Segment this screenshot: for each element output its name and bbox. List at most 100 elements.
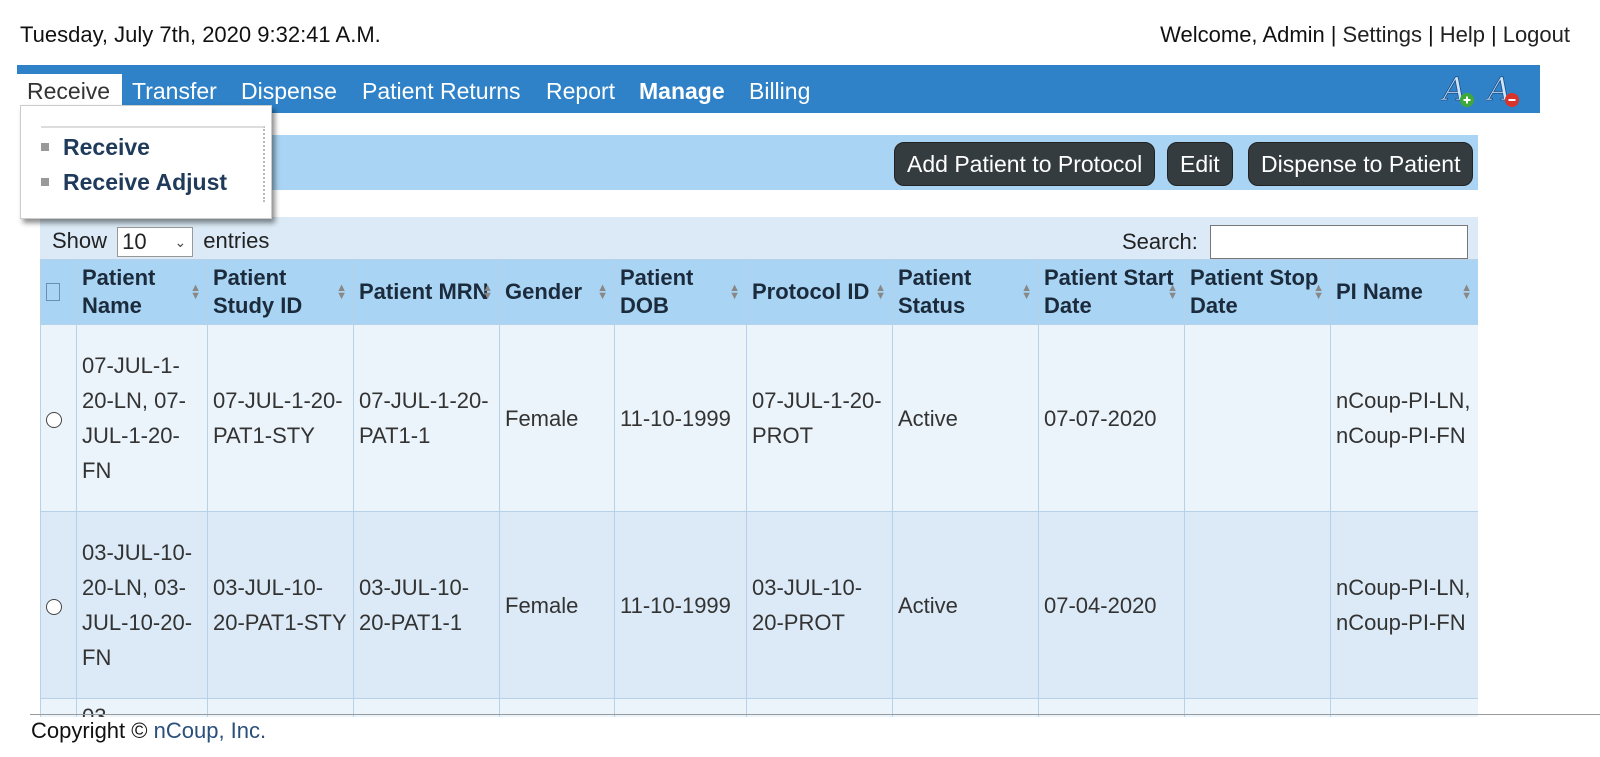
column-header-gender[interactable]: Gender ▲ ▼ bbox=[499, 259, 615, 325]
sort-icon: ▲ ▼ bbox=[336, 282, 347, 302]
cell-protocol-id: 07-JUL-1-20-PROT bbox=[746, 324, 893, 512]
search-input[interactable] bbox=[1210, 225, 1468, 259]
copyright-text: Copyright © bbox=[31, 718, 148, 743]
cell-patient-dob: 11-10-1999 bbox=[614, 324, 747, 512]
column-label: Gender bbox=[505, 279, 583, 304]
column-label: Patient MRN bbox=[359, 279, 489, 304]
cell-patient-status: Active bbox=[892, 324, 1039, 512]
cell-patient-study-id: 07-JUL-1-20-PAT1-STY bbox=[207, 324, 354, 512]
bullet-icon bbox=[41, 142, 49, 151]
column-label: Patient Name bbox=[82, 265, 156, 318]
chevron-down-icon: ⌄ bbox=[174, 234, 187, 250]
sort-icon: ▲ ▼ bbox=[1461, 282, 1472, 302]
sort-icon: ▲ ▼ bbox=[597, 282, 608, 302]
column-label: Patient DOB bbox=[620, 265, 694, 318]
patients-table-wrapper: Show 10 ⌄ entries Search: Patient Name ▲ ▼ … bbox=[40, 217, 1478, 717]
column-header-patient-study-id[interactable]: Patient Study ID ▲ ▼ bbox=[207, 259, 354, 325]
cell-patient-status: Active bbox=[892, 511, 1039, 699]
cell-patient-mrn: 07-JUL-1-20-PAT1-1 bbox=[353, 324, 500, 512]
separator: | bbox=[1330, 22, 1337, 47]
sort-icon: ▲ ▼ bbox=[1021, 282, 1032, 302]
column-label: Patient Stop Date bbox=[1190, 265, 1319, 318]
column-label: Patient Status bbox=[898, 265, 972, 318]
current-datetime: Tuesday, July 7th, 2020 9:32:41 A.M. bbox=[20, 22, 381, 47]
bullet-icon bbox=[41, 177, 49, 186]
columns-icon bbox=[46, 283, 60, 301]
welcome-text: Welcome, Admin bbox=[1160, 22, 1325, 47]
sort-icon: ▲ ▼ bbox=[729, 282, 740, 302]
column-label: Patient Start Date bbox=[1044, 265, 1174, 318]
table-header-row: Patient Name ▲ ▼ Patient Study ID ▲ ▼ Patien… bbox=[40, 259, 1478, 325]
cell-patient-mrn: 03-JUL-10-20-PAT1-1 bbox=[353, 511, 500, 699]
column-header-patient-stop-date[interactable]: Patient Stop Date ▲ ▼ bbox=[1184, 259, 1331, 325]
dropdown-item-label: Receive bbox=[63, 134, 150, 160]
cell-start-date: 07-07-2020 bbox=[1038, 324, 1185, 512]
dropdown-list: Receive Receive Adjust bbox=[41, 126, 265, 202]
cell-start-date: 07-04-2020 bbox=[1038, 511, 1185, 699]
cell-pi-name: nCoup-PI-LN, nCoup-PI-FN bbox=[1330, 511, 1478, 699]
row-select-cell[interactable] bbox=[40, 324, 77, 512]
entries-value: 10 bbox=[122, 229, 147, 254]
cell-patient-name: 07-JUL-1-20-LN, 07-JUL-1-20-FN bbox=[76, 324, 208, 512]
cell-patient-dob: 11-10-1999 bbox=[614, 511, 747, 699]
nav-transfer[interactable]: Transfer bbox=[132, 74, 217, 105]
row-select-cell[interactable] bbox=[40, 511, 77, 699]
column-header-patient-start-date[interactable]: Patient Start Date ▲ ▼ bbox=[1038, 259, 1185, 325]
footer-divider bbox=[30, 714, 1600, 715]
column-chooser[interactable] bbox=[40, 259, 77, 325]
cell-patient-study-id: 03-JUL-10-20-PAT1-STY bbox=[207, 511, 354, 699]
cell-gender: Female bbox=[499, 511, 615, 699]
entries-label: entries bbox=[203, 227, 270, 253]
nav-billing[interactable]: Billing bbox=[749, 74, 810, 105]
add-patient-to-protocol-button[interactable]: Add Patient to Protocol bbox=[894, 142, 1156, 186]
company-link[interactable]: nCoup, Inc. bbox=[154, 718, 267, 743]
nav-manage[interactable]: Manage bbox=[639, 74, 725, 105]
nav-report[interactable]: Report bbox=[546, 74, 615, 105]
receive-dropdown-menu: Receive Receive Adjust bbox=[20, 105, 272, 219]
entries-select[interactable]: 10 ⌄ bbox=[117, 227, 194, 257]
cell-stop-date bbox=[1184, 511, 1331, 699]
cell-gender: Female bbox=[499, 324, 615, 512]
sort-icon: ▲ ▼ bbox=[875, 282, 886, 302]
column-label: Protocol ID bbox=[752, 279, 870, 304]
dispense-to-patient-button[interactable]: Dispense to Patient bbox=[1248, 142, 1474, 186]
cell-patient-name: 03-JUL-10-20-LN, 03-JUL-10-20-FN bbox=[76, 511, 208, 699]
top-bar: Tuesday, July 7th, 2020 9:32:41 A.M. Wel… bbox=[20, 22, 1570, 52]
dropdown-item-receive[interactable]: Receive bbox=[41, 134, 150, 161]
show-label: Show bbox=[52, 227, 108, 253]
column-header-patient-mrn[interactable]: Patient MRN ▲ ▼ bbox=[353, 259, 500, 325]
separator: | bbox=[1428, 22, 1434, 47]
table-row[interactable]: 03-JUL-10-20-LN, 03-JUL-10-20-FN 03-JUL-… bbox=[40, 511, 1478, 699]
row-radio[interactable] bbox=[46, 598, 62, 615]
sort-icon: ▲ ▼ bbox=[1167, 282, 1178, 302]
table-row[interactable]: 07-JUL-1-20-LN, 07-JUL-1-20-FN 07-JUL-1-… bbox=[40, 324, 1478, 512]
help-link[interactable]: Help bbox=[1440, 22, 1485, 47]
row-radio[interactable] bbox=[46, 411, 62, 428]
sort-icon: ▲ ▼ bbox=[190, 282, 201, 302]
logout-link[interactable]: Logout bbox=[1503, 22, 1570, 47]
font-increase-icon[interactable]: A bbox=[1440, 70, 1477, 108]
font-decrease-icon[interactable]: A bbox=[1485, 70, 1522, 108]
column-label: PI Name bbox=[1336, 279, 1423, 304]
dropdown-item-label: Receive Adjust bbox=[63, 169, 228, 195]
nav-patient-returns[interactable]: Patient Returns bbox=[362, 74, 521, 105]
column-header-patient-name[interactable]: Patient Name ▲ ▼ bbox=[76, 259, 208, 325]
column-header-patient-dob[interactable]: Patient DOB ▲ ▼ bbox=[614, 259, 747, 325]
show-entries: Show 10 ⌄ entries bbox=[52, 227, 269, 257]
cell-pi-name: nCoup-PI-LN, nCoup-PI-FN bbox=[1330, 324, 1478, 512]
search-label: Search: bbox=[1122, 229, 1198, 254]
column-header-pi-name[interactable]: PI Name ▲ ▼ bbox=[1330, 259, 1478, 325]
sort-icon: ▲ ▼ bbox=[1313, 282, 1324, 302]
footer: Copyright © nCoup, Inc. bbox=[31, 718, 266, 744]
sort-icon: ▲ ▼ bbox=[482, 282, 493, 302]
patients-table: Patient Name ▲ ▼ Patient Study ID ▲ ▼ Patien… bbox=[40, 259, 1478, 717]
edit-button[interactable]: Edit bbox=[1167, 142, 1233, 186]
nav-dispense[interactable]: Dispense bbox=[241, 74, 337, 105]
column-header-protocol-id[interactable]: Protocol ID ▲ ▼ bbox=[746, 259, 893, 325]
separator: | bbox=[1490, 22, 1497, 47]
cell-protocol-id: 03-JUL-10-20-PROT bbox=[746, 511, 893, 699]
cell-stop-date bbox=[1184, 324, 1331, 512]
dropdown-item-receive-adjust[interactable]: Receive Adjust bbox=[41, 169, 227, 196]
column-header-patient-status[interactable]: Patient Status ▲ ▼ bbox=[892, 259, 1039, 325]
settings-link[interactable]: Settings bbox=[1343, 22, 1423, 47]
